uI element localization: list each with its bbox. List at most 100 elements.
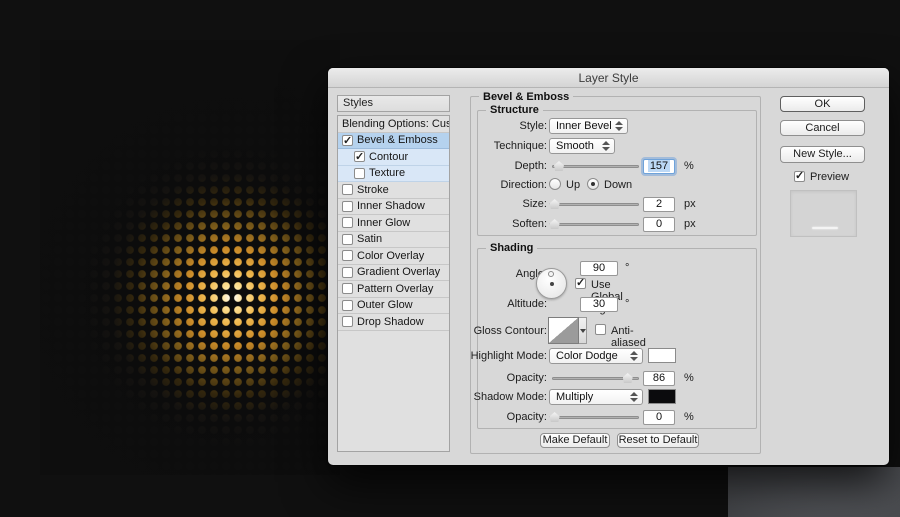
- depth-input[interactable]: 157: [643, 159, 675, 174]
- size-input[interactable]: 2: [643, 197, 675, 212]
- soften-slider[interactable]: [549, 218, 639, 230]
- size-label: Size:: [522, 198, 547, 210]
- styles-item-gradient-overlay[interactable]: Gradient Overlay: [338, 264, 449, 281]
- soften-unit: px: [684, 218, 696, 230]
- structure-group: Structure Style: Inner Bevel Technique: …: [477, 104, 757, 236]
- styles-item-outer-glow[interactable]: Outer Glow: [338, 297, 449, 314]
- shadow-opacity-input[interactable]: 0: [643, 410, 675, 425]
- styles-item-inner-glow[interactable]: Inner Glow: [338, 215, 449, 232]
- direction-up-label: Up: [566, 179, 581, 191]
- direction-up-radio[interactable]: [549, 178, 561, 190]
- highlight-mode-dropdown[interactable]: Color Dodge: [549, 348, 643, 364]
- styles-item-contour[interactable]: Contour: [338, 149, 449, 166]
- inner-glow-checkbox[interactable]: [342, 217, 353, 229]
- style-dropdown[interactable]: Inner Bevel: [549, 118, 628, 134]
- pattern-overlay-checkbox[interactable]: [342, 283, 353, 295]
- technique-dropdown[interactable]: Smooth: [549, 138, 615, 154]
- direction-label: Direction:: [500, 179, 547, 191]
- styles-item-stroke[interactable]: Stroke: [338, 182, 449, 199]
- preview-checkbox[interactable]: [794, 169, 805, 182]
- shadow-opacity-label: Opacity:: [506, 411, 547, 423]
- styles-item-color-overlay[interactable]: Color Overlay: [338, 248, 449, 265]
- styles-panel: Styles Blending Options: Custom Bevel & …: [337, 95, 450, 452]
- bevel-emboss-checkbox[interactable]: [342, 133, 353, 149]
- use-global-light-checkbox[interactable]: [575, 276, 586, 289]
- make-default-button[interactable]: Make Default: [540, 433, 610, 448]
- highlight-opacity-label: Opacity:: [506, 372, 547, 384]
- styles-item-pattern-overlay[interactable]: Pattern Overlay: [338, 281, 449, 298]
- new-style-button[interactable]: New Style...: [780, 146, 865, 163]
- highlight-opacity-slider[interactable]: [552, 372, 639, 384]
- styles-item-inner-shadow[interactable]: Inner Shadow: [338, 198, 449, 215]
- highlight-color-swatch[interactable]: [648, 348, 676, 363]
- gloss-contour-label: Gloss Contour:: [473, 325, 547, 337]
- dialog-titlebar[interactable]: Layer Style: [328, 68, 889, 88]
- altitude-unit: °: [625, 298, 630, 310]
- anti-aliased-checkbox[interactable]: [595, 324, 606, 335]
- angle-dial[interactable]: [536, 268, 567, 299]
- dropdown-stepper-icon: [602, 141, 610, 151]
- cancel-button[interactable]: Cancel: [780, 120, 865, 136]
- dropdown-stepper-icon: [615, 121, 623, 131]
- satin-checkbox[interactable]: [342, 233, 353, 245]
- preview-label: Preview: [810, 171, 850, 183]
- direction-down-label: Down: [604, 179, 633, 191]
- highlight-opacity-unit: %: [684, 372, 694, 384]
- gradient-overlay-checkbox[interactable]: [342, 266, 353, 278]
- altitude-input[interactable]: 30: [580, 297, 618, 312]
- styles-item-texture[interactable]: Texture: [338, 165, 449, 182]
- color-overlay-checkbox[interactable]: [342, 250, 353, 262]
- soften-slider-thumb[interactable]: [549, 219, 560, 229]
- outer-glow-checkbox[interactable]: [342, 299, 353, 311]
- panel-title: Bevel & Emboss: [479, 91, 574, 103]
- size-slider-thumb[interactable]: [549, 199, 560, 209]
- reset-to-default-button[interactable]: Reset to Default: [617, 433, 699, 448]
- highlight-mode-label: Highlight Mode:: [470, 350, 547, 362]
- dropdown-stepper-icon: [630, 392, 638, 402]
- shadow-opacity-slider[interactable]: [549, 411, 639, 423]
- halftone-artwork: [40, 40, 340, 475]
- styles-item-drop-shadow[interactable]: Drop Shadow: [338, 314, 449, 331]
- shadow-opacity-unit: %: [684, 411, 694, 423]
- direction-down-radio[interactable]: [587, 178, 599, 190]
- styles-item-blending-options[interactable]: Blending Options: Custom: [338, 116, 449, 133]
- texture-checkbox[interactable]: [354, 167, 365, 179]
- dialog-title: Layer Style: [578, 71, 639, 85]
- inner-shadow-checkbox[interactable]: [342, 200, 353, 212]
- preview-thumbnail: [790, 190, 857, 237]
- shadow-color-swatch[interactable]: [648, 389, 676, 404]
- angle-input[interactable]: 90: [580, 261, 618, 276]
- styles-item-bevel-emboss[interactable]: Bevel & Emboss: [338, 132, 449, 149]
- gloss-contour-dropdown-icon[interactable]: [579, 317, 587, 344]
- depth-slider-thumb[interactable]: [553, 161, 564, 171]
- stroke-checkbox[interactable]: [342, 184, 353, 196]
- shadow-mode-label: Shadow Mode:: [473, 391, 547, 403]
- dropdown-stepper-icon: [630, 351, 638, 361]
- highlight-opacity-input[interactable]: 86: [643, 371, 675, 386]
- size-unit: px: [684, 198, 696, 210]
- depth-label: Depth:: [514, 160, 547, 172]
- angle-label: Angle:: [515, 268, 547, 280]
- highlight-opacity-slider-thumb[interactable]: [622, 373, 633, 383]
- shading-group: Shading Angle: 90 ° Use Global Light: [471, 242, 757, 429]
- depth-slider[interactable]: [552, 160, 639, 172]
- contour-checkbox[interactable]: [354, 149, 365, 166]
- gloss-contour-thumbnail[interactable]: [548, 317, 579, 344]
- technique-label: Technique:: [493, 140, 547, 152]
- angle-unit: °: [625, 262, 630, 274]
- shadow-opacity-slider-thumb[interactable]: [549, 412, 560, 422]
- shading-legend: Shading: [486, 242, 538, 254]
- size-slider[interactable]: [549, 198, 639, 210]
- structure-legend: Structure: [486, 104, 543, 116]
- soften-label: Soften:: [512, 218, 547, 230]
- soften-input[interactable]: 0: [643, 217, 675, 232]
- angle-dial-handle[interactable]: [548, 271, 554, 277]
- ok-button[interactable]: OK: [780, 96, 865, 112]
- corner-blur-object: [728, 467, 900, 517]
- styles-panel-header: Styles: [337, 95, 450, 112]
- bevel-emboss-panel: Bevel & Emboss Structure Style: Inner Be…: [470, 91, 761, 454]
- anti-aliased-label: Anti-aliased: [611, 325, 646, 349]
- shadow-mode-dropdown[interactable]: Multiply: [549, 389, 643, 405]
- styles-item-satin[interactable]: Satin: [338, 231, 449, 248]
- drop-shadow-checkbox[interactable]: [342, 316, 353, 328]
